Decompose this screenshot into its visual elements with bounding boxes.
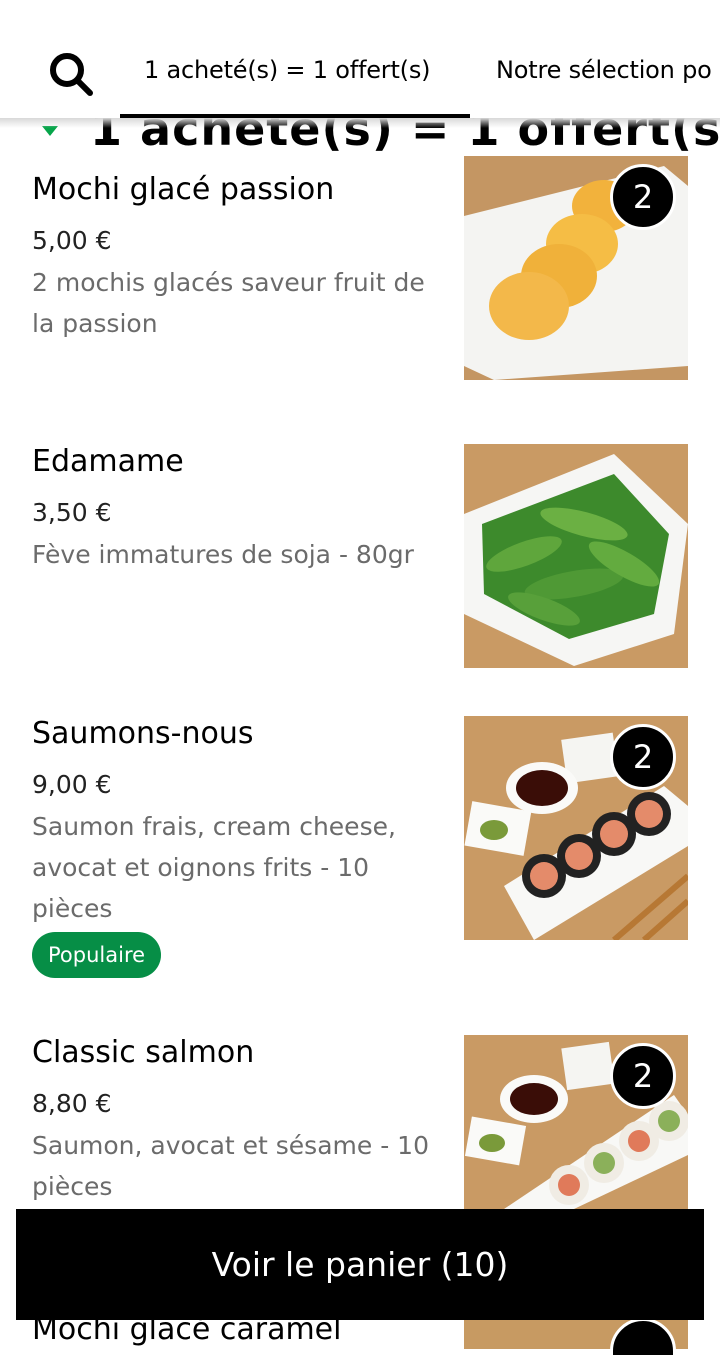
quantity-badge: 2	[610, 164, 676, 230]
item-description: Saumon, avocat et sésame - 10 pièces	[32, 1131, 429, 1201]
active-tab-indicator	[120, 114, 470, 118]
item-name: Classic salmon	[32, 1035, 255, 1070]
popular-badge: Populaire	[32, 932, 162, 978]
item-name: Saumons-nous	[32, 716, 254, 751]
item-price: 5,00 €	[32, 226, 112, 255]
view-cart-button[interactable]: Voir le panier (10)	[16, 1209, 704, 1320]
item-description: 2 mochis glacés saveur fruit de la passi…	[32, 268, 425, 338]
item-description: Saumon frais, cream cheese, avocat et oi…	[32, 812, 396, 923]
item-price: 3,50 €	[32, 498, 112, 527]
item-name: Mochi glacé passion	[32, 172, 335, 207]
tab-selection[interactable]: Notre sélection po	[496, 56, 712, 84]
item-description: Fève immatures de soja - 80gr	[32, 540, 414, 569]
tab-offer[interactable]: 1 acheté(s) = 1 offert(s)	[144, 56, 431, 84]
item-price: 8,80 €	[32, 1089, 112, 1118]
item-image	[464, 444, 688, 668]
quantity-badge: 2	[610, 724, 676, 790]
search-icon[interactable]	[48, 51, 94, 97]
item-name: Edamame	[32, 444, 184, 479]
topbar-shadow	[0, 118, 720, 128]
category-bar: 1 acheté(s) = 1 offert(s) Notre sélectio…	[0, 0, 720, 118]
quantity-badge: 2	[610, 1043, 676, 1109]
item-price: 9,00 €	[32, 770, 112, 799]
